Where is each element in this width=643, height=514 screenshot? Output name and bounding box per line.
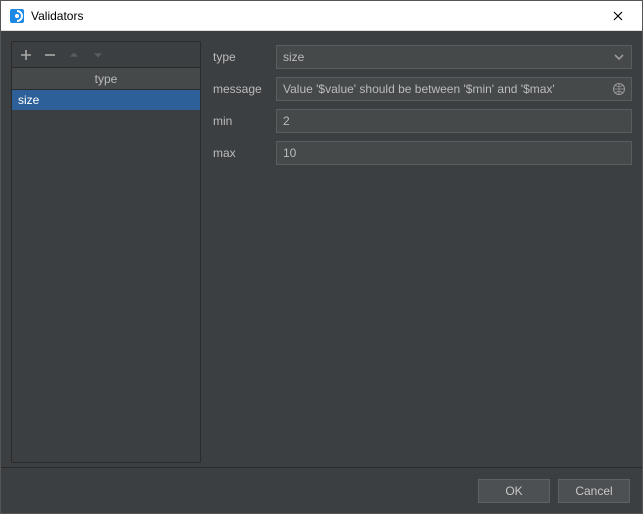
validators-dialog: Validators (0, 0, 643, 514)
validator-form: type message (213, 41, 632, 463)
ok-button[interactable]: OK (478, 479, 550, 503)
min-input[interactable] (276, 109, 632, 133)
row-type-cell: size (18, 93, 39, 107)
column-header-type[interactable]: type (12, 68, 200, 90)
label-type: type (213, 50, 268, 64)
list-toolbar (11, 41, 201, 67)
message-input[interactable] (276, 77, 632, 101)
remove-button[interactable] (42, 47, 58, 63)
label-message: message (213, 82, 268, 96)
dialog-footer: OK Cancel (1, 467, 642, 513)
max-input[interactable] (276, 141, 632, 165)
min-field-wrap (276, 109, 632, 133)
validators-table: type size (11, 67, 201, 463)
content-area: type size type (1, 31, 642, 467)
cancel-button[interactable]: Cancel (558, 479, 630, 503)
move-up-button[interactable] (66, 47, 82, 63)
globe-icon[interactable] (612, 82, 626, 96)
validators-list-panel: type size (11, 41, 201, 463)
row-min: min (213, 109, 632, 133)
chevron-down-icon[interactable] (612, 50, 626, 64)
titlebar: Validators (1, 1, 642, 31)
dialog-body: type size type (1, 31, 642, 513)
row-type: type (213, 45, 632, 69)
app-icon (9, 8, 25, 24)
label-max: max (213, 146, 268, 160)
type-dropdown[interactable] (276, 45, 632, 69)
max-field-wrap (276, 141, 632, 165)
table-row[interactable]: size (12, 90, 200, 110)
row-message: message (213, 77, 632, 101)
close-button[interactable] (595, 1, 640, 30)
window-title: Validators (31, 9, 595, 23)
label-min: min (213, 114, 268, 128)
message-field-wrap (276, 77, 632, 101)
type-field-wrap (276, 45, 632, 69)
move-down-button[interactable] (90, 47, 106, 63)
add-button[interactable] (18, 47, 34, 63)
row-max: max (213, 141, 632, 165)
